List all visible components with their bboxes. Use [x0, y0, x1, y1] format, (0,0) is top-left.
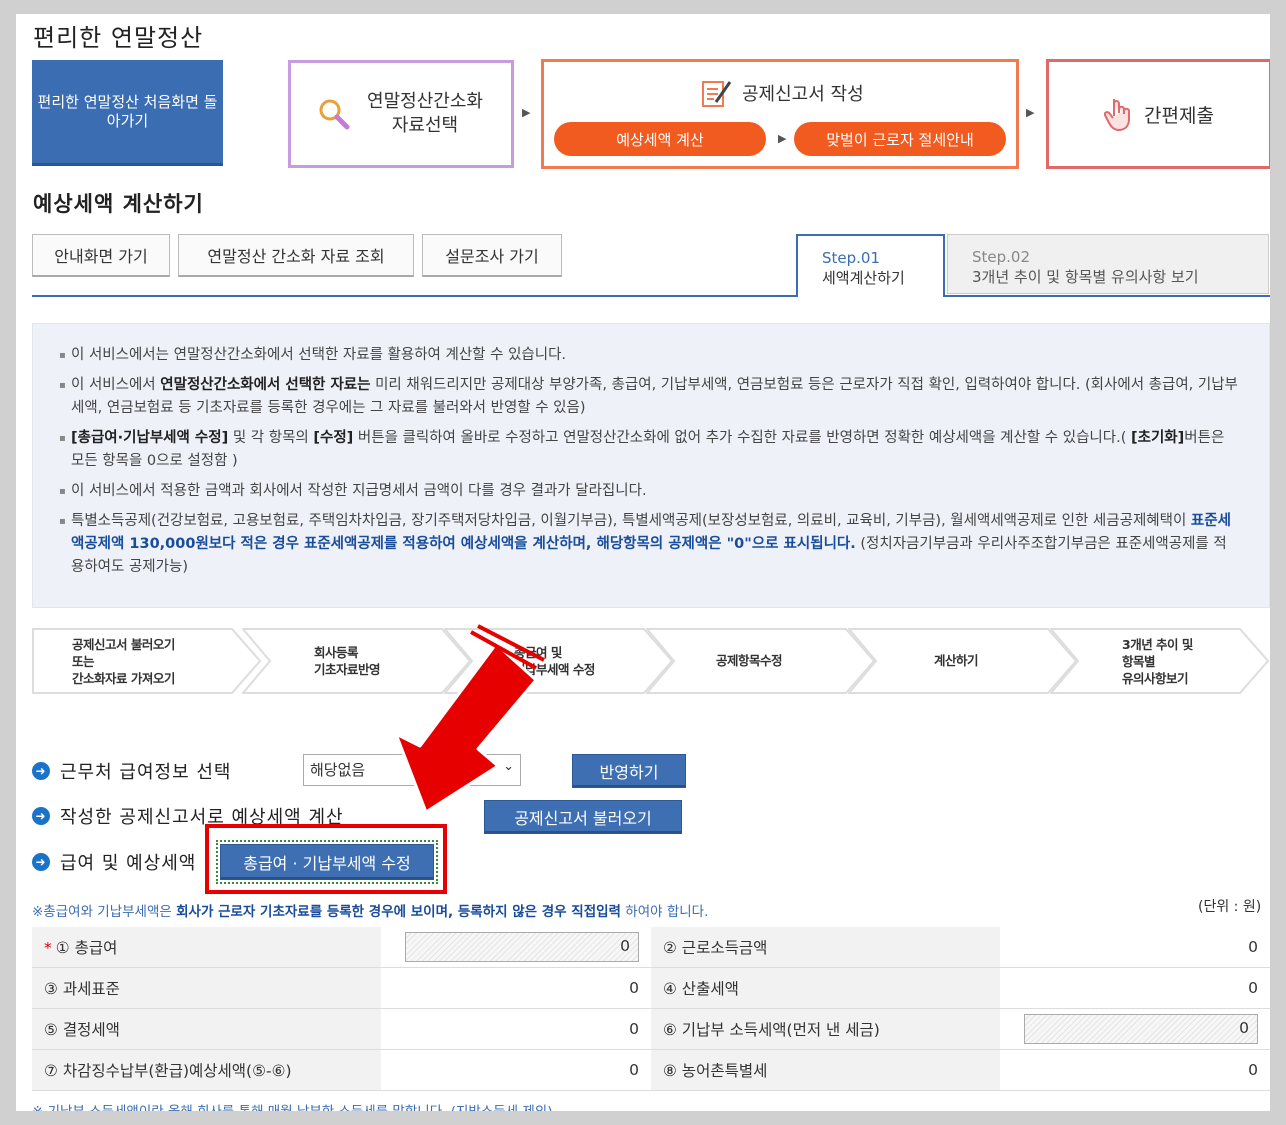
process-flow: 공제신고서 불러오기 또는 간소화자료 가져오기 회사등록 기초자료반영 총급여… — [32, 628, 1270, 698]
info-box: 이 서비스에서는 연말정산간소화에서 선택한 자료를 활용하여 계산할 수 있습… — [32, 323, 1270, 608]
row-workplace: ➜ 근무처 급여정보 선택 — [32, 758, 231, 784]
row-salary-label: 급여 및 예상세액 — [60, 853, 197, 874]
tab-underline — [32, 295, 1270, 297]
tab-step1-label: 세액계산하기 — [822, 269, 905, 287]
flow-step-1: 공제신고서 불러오기 또는 간소화자료 가져오기 — [32, 628, 262, 694]
tab-step1[interactable]: Step.01 세액계산하기 — [796, 234, 945, 297]
arrow-circle-icon: ➜ — [32, 762, 50, 780]
table-cell-value: 0 — [381, 927, 651, 968]
page: 편리한 연말정산 편리한 연말정산 처음화면 돌아가기 연말정산간소화 자료선택… — [16, 14, 1270, 1111]
pointer-hand-icon — [1104, 99, 1131, 131]
section-title: 예상세액 계산하기 — [33, 192, 204, 216]
prepaid-tax-input[interactable]: 0 — [1024, 1014, 1258, 1044]
table-cell-label: ⑧ 농어촌특별세 — [650, 1049, 1001, 1091]
step-submit-label: 간편제출 — [1144, 104, 1214, 127]
table-cell-label: ⑤ 결정세액 — [32, 1008, 382, 1050]
table-cell-value: 0 — [381, 967, 651, 1009]
table-cell-label: ③ 과세표준 — [32, 967, 382, 1009]
table-cell-value: 0 — [1000, 927, 1270, 968]
tab-step2[interactable]: Step.02 3개년 추이 및 항목별 유의사항 보기 — [947, 234, 1269, 294]
tax-summary-table: * ① 총급여 0 ② 근로소득금액 0 ③ 과세표준 0 ④ 산출세액 0 ⑤ … — [32, 927, 1270, 1091]
home-button[interactable]: 편리한 연말정산 처음화면 돌아가기 — [32, 60, 223, 166]
table-row: * ① 총급여 0 ② 근로소득금액 0 — [32, 927, 1270, 968]
guide-button[interactable]: 안내화면 가기 — [32, 234, 170, 277]
tab-step1-step: Step.01 — [822, 249, 881, 267]
red-arrow-icon — [394, 624, 545, 814]
estimate-tax-pill[interactable]: 예상세액 계산 — [554, 122, 766, 156]
info-line: 이 서비스에서 적용한 금액과 회사에서 작성한 지급명세서 금액이 다를 경우… — [59, 480, 1239, 503]
total-salary-input[interactable]: 0 — [404, 932, 639, 962]
step-submit[interactable]: 간편제출 — [1046, 59, 1270, 169]
table-cell-value: 0 — [1000, 1049, 1270, 1091]
step-select-data-label: 연말정산간소화 자료선택 — [367, 91, 483, 136]
table-row: ⑦ 차감징수납부(환급)예상세액(⑤-⑥) 0 ⑧ 농어촌특별세 0 — [32, 1049, 1270, 1091]
row-workplace-label: 근무처 급여정보 선택 — [60, 762, 232, 783]
table-cell-value: 0 — [1000, 1008, 1270, 1050]
info-line: 이 서비스에서는 연말정산간소화에서 선택한 자료를 활용하여 계산할 수 있습… — [59, 344, 1239, 367]
table-cell-label: ④ 산출세액 — [650, 967, 1001, 1009]
required-star-icon: * — [44, 939, 52, 957]
table-cell-value: 0 — [381, 1049, 651, 1091]
unit-label: (단위 : 원) — [1198, 899, 1262, 915]
dual-income-tips-pill[interactable]: 맞벌이 근로자 절세안내 — [794, 122, 1006, 156]
flow-step-6: 3개년 추이 및 항목별 유의사항보기 — [1050, 628, 1270, 694]
arrow-circle-icon: ➜ — [32, 807, 50, 825]
arrow-right-icon: ▶ — [522, 106, 531, 119]
step-write-form: 공제신고서 작성 예상세액 계산 ▶ 맞벌이 근로자 절세안내 — [541, 59, 1019, 169]
salary-note: ※총급여와 기납부세액은 회사가 근로자 기초자료를 등록한 경우에 보이며, … — [32, 904, 709, 920]
table-cell-label: ⑥ 기납부 소득세액(먼저 낸 세금) — [650, 1008, 1001, 1050]
page-title: 편리한 연말정산 — [33, 24, 204, 52]
prepaid-tax-note: ※ 기납부 소득세액이란 올해 회사를 통해 매월 납부한 소득세를 말합니다.… — [32, 1100, 552, 1111]
info-line: [총급여·기납부세액 수정] 및 각 항목의 [수정] 버튼을 클릭하여 올바로… — [59, 427, 1239, 473]
tab-step2-step: Step.02 — [972, 248, 1031, 266]
flow-step-4: 공제항목수정 — [646, 628, 876, 694]
step-select-data[interactable]: 연말정산간소화 자료선택 — [288, 60, 514, 168]
flow-step-5: 계산하기 — [848, 628, 1078, 694]
table-cell-label: ⑦ 차감징수납부(환급)예상세액(⑤-⑥) — [32, 1049, 382, 1091]
tab-step2-label: 3개년 추이 및 항목별 유의사항 보기 — [972, 268, 1199, 286]
table-cell-value: 0 — [1000, 967, 1270, 1009]
workplace-select-value: 해당없음 — [310, 761, 366, 779]
info-line: 특별소득공제(건강보험료, 고용보험료, 주택임차차입금, 장기주택저당차입금,… — [59, 510, 1239, 579]
info-line: 이 서비스에서 연말정산간소화에서 선택한 자료는 미리 채워드리지만 공제대상… — [59, 374, 1239, 420]
arrow-right-icon: ▶ — [1026, 106, 1035, 119]
row-salary: ➜ 급여 및 예상세액 — [32, 849, 196, 875]
arrow-circle-icon: ➜ — [32, 853, 50, 871]
step-write-form-label: 공제신고서 작성 — [742, 84, 864, 105]
table-cell-label: * ① 총급여 — [32, 927, 382, 968]
arrow-right-icon: ▶ — [778, 132, 787, 145]
form-edit-icon — [702, 81, 732, 107]
table-row: ⑤ 결정세액 0 ⑥ 기납부 소득세액(먼저 낸 세금) 0 — [32, 1008, 1270, 1050]
table-cell-label: ② 근로소득금액 — [650, 927, 1001, 968]
apply-button[interactable]: 반영하기 — [572, 754, 686, 788]
table-row: ③ 과세표준 0 ④ 산출세액 0 — [32, 967, 1270, 1009]
search-icon — [319, 99, 350, 130]
survey-button[interactable]: 설문조사 가기 — [422, 234, 562, 277]
lookup-button[interactable]: 연말정산 간소화 자료 조회 — [178, 234, 414, 277]
table-cell-value: 0 — [381, 1008, 651, 1050]
edit-salary-tax-button[interactable]: 총급여 · 기납부세액 수정 — [216, 840, 438, 884]
